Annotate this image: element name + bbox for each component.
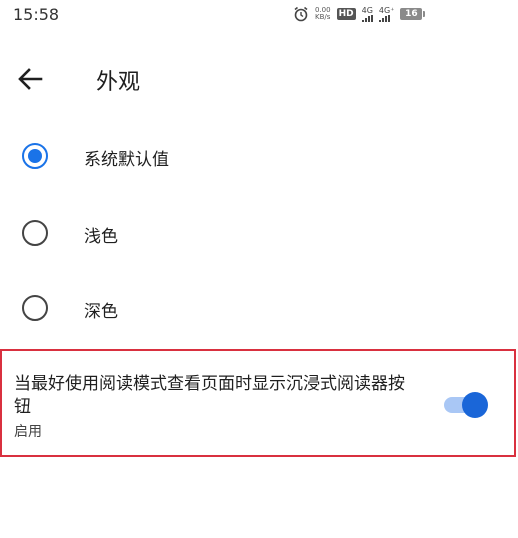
signal-bars-icon — [378, 14, 390, 22]
theme-option-dark[interactable]: 深色 — [0, 280, 518, 340]
network-speed-unit: KB/s — [315, 13, 331, 21]
signal-bars-icon — [361, 14, 373, 22]
signal-1: 4G — [361, 5, 373, 22]
radio-button-unchecked[interactable] — [22, 220, 48, 246]
setting-title: 当最好使用阅读模式查看页面时显示沉浸式阅读器按钮 — [14, 374, 405, 417]
hd-badge: HD — [336, 8, 356, 20]
battery-icon: 16 — [400, 8, 426, 20]
arrow-back-icon — [18, 68, 43, 90]
radio-button-unchecked[interactable] — [22, 295, 48, 321]
status-icons: 0.00 KB/s HD 4G 4G⁺ 16 — [293, 5, 426, 22]
battery-level: 16 — [405, 9, 418, 19]
alarm-icon — [294, 6, 308, 22]
status-bar: 15:58 0.00 KB/s HD 4G 4G⁺ 16 — [0, 0, 518, 32]
status-time: 15:58 — [13, 5, 60, 24]
signal-2: 4G⁺ — [378, 5, 395, 22]
signal-2-label: 4G⁺ — [378, 5, 395, 15]
theme-option-label: 浅色 — [84, 227, 118, 247]
app-bar: 外观 — [0, 48, 518, 108]
theme-option-light[interactable]: 浅色 — [0, 205, 518, 265]
radio-button-checked[interactable] — [22, 143, 48, 169]
toggle-thumb — [462, 392, 488, 418]
theme-option-system-default[interactable]: 系统默认值 — [0, 128, 518, 188]
reader-mode-toggle[interactable] — [442, 392, 490, 418]
back-button[interactable] — [14, 63, 46, 95]
reader-mode-setting[interactable]: 当最好使用阅读模式查看页面时显示沉浸式阅读器按钮 启用 — [0, 349, 516, 457]
signal-1-label: 4G — [361, 5, 373, 15]
page-title: 外观 — [96, 70, 141, 95]
theme-option-label: 深色 — [84, 302, 118, 322]
setting-summary: 启用 — [14, 424, 42, 440]
theme-option-label: 系统默认值 — [84, 150, 169, 170]
network-speed: 0.00 KB/s — [315, 7, 331, 21]
